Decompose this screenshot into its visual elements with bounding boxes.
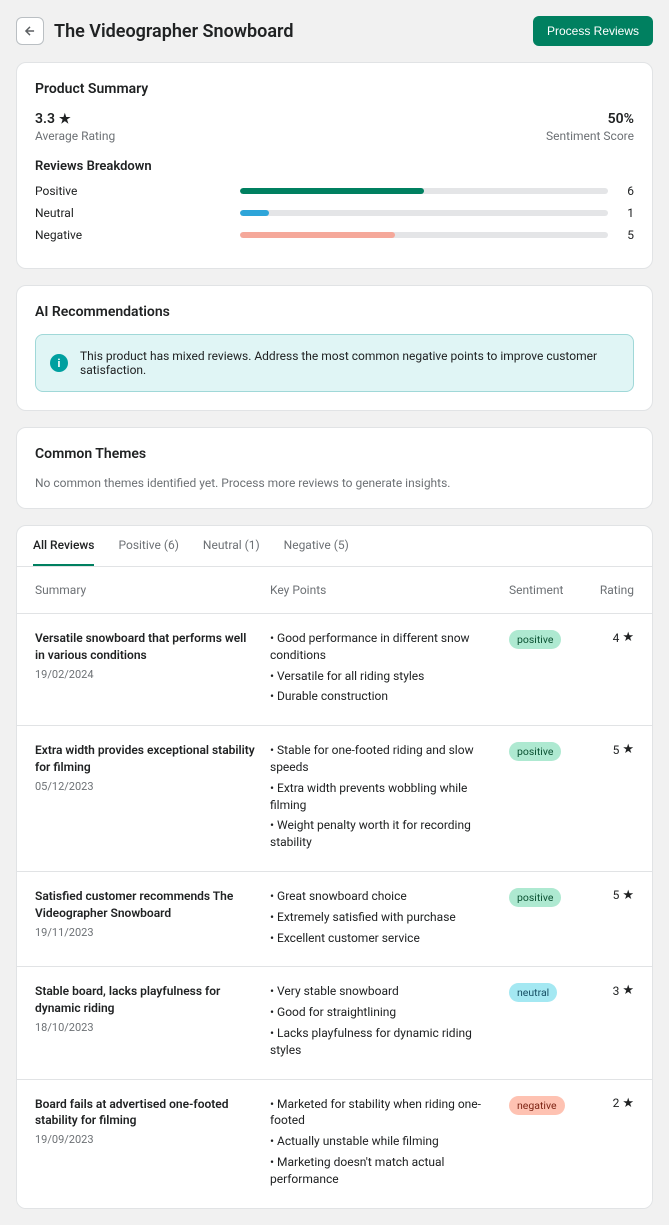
process-reviews-button[interactable]: Process Reviews xyxy=(533,16,653,46)
sentiment-score-value: 50% xyxy=(546,111,634,127)
key-point: • Good performance in different snow con… xyxy=(270,630,495,664)
review-title: Satisfied customer recommends The Videog… xyxy=(35,888,256,922)
tab-all-reviews[interactable]: All Reviews xyxy=(33,526,94,566)
sentiment-badge: positive xyxy=(509,888,561,907)
rating-value: 3★ xyxy=(584,983,634,998)
breakdown-row: Neutral 1 xyxy=(35,206,634,220)
star-icon: ★ xyxy=(622,1096,634,1111)
breakdown-row: Negative 5 xyxy=(35,228,634,242)
star-icon: ★ xyxy=(622,983,634,998)
rating-value: 5★ xyxy=(584,742,634,757)
table-row[interactable]: Versatile snowboard that performs well i… xyxy=(17,614,652,726)
back-button[interactable] xyxy=(16,17,44,45)
review-date: 18/10/2023 xyxy=(35,1021,256,1034)
breakdown-title: Reviews Breakdown xyxy=(35,159,634,174)
key-point: • Extra width prevents wobbling while fi… xyxy=(270,780,495,814)
product-summary-card: Product Summary 3.3 ★ Average Rating 50%… xyxy=(16,62,653,269)
sentiment-score-label: Sentiment Score xyxy=(546,129,634,143)
reviews-card: All Reviews Positive (6) Neutral (1) Negati… xyxy=(16,525,653,1209)
rating-value: 2★ xyxy=(584,1096,634,1111)
th-summary: Summary xyxy=(35,583,270,597)
avg-rating-label: Average Rating xyxy=(35,129,115,143)
key-point: • Extremely satisfied with purchase xyxy=(270,909,495,926)
banner-text: This product has mixed reviews. Address … xyxy=(80,349,619,377)
review-title: Stable board, lacks playfulness for dyna… xyxy=(35,983,256,1017)
sentiment-badge: positive xyxy=(509,630,561,649)
breakdown-count: 1 xyxy=(618,206,634,220)
summary-title: Product Summary xyxy=(35,81,634,97)
info-banner: i This product has mixed reviews. Addres… xyxy=(35,334,634,392)
review-date: 19/09/2023 xyxy=(35,1133,256,1146)
recs-title: AI Recommendations xyxy=(35,304,634,320)
ai-recommendations-card: AI Recommendations i This product has mi… xyxy=(16,285,653,411)
key-point: • Versatile for all riding styles xyxy=(270,668,495,685)
breakdown-label: Negative xyxy=(35,228,230,242)
review-title: Extra width provides exceptional stabili… xyxy=(35,742,256,776)
breakdown-label: Positive xyxy=(35,184,230,198)
key-point: • Marketing doesn't match actual perform… xyxy=(270,1154,495,1188)
sentiment-badge: neutral xyxy=(509,983,557,1002)
review-date: 19/11/2023 xyxy=(35,926,256,939)
rating-value: 4★ xyxy=(584,630,634,645)
star-icon: ★ xyxy=(622,630,634,645)
key-point: • Weight penalty worth it for recording … xyxy=(270,817,495,851)
key-point: • Marketed for stability when riding one… xyxy=(270,1096,495,1130)
th-key: Key Points xyxy=(270,583,509,597)
key-point: • Lacks playfulness for dynamic riding s… xyxy=(270,1025,495,1059)
arrow-left-icon xyxy=(23,24,37,38)
key-point: • Excellent customer service xyxy=(270,930,495,947)
breakdown-count: 5 xyxy=(618,228,634,242)
avg-rating-value: 3.3 ★ xyxy=(35,111,115,127)
th-sentiment: Sentiment xyxy=(509,583,584,597)
table-row[interactable]: Board fails at advertised one-footed sta… xyxy=(17,1080,652,1208)
info-icon: i xyxy=(50,354,68,372)
key-point: • Very stable snowboard xyxy=(270,983,495,1000)
key-point: • Good for straightlining xyxy=(270,1004,495,1021)
tab-neutral-[interactable]: Neutral (1) xyxy=(203,526,260,566)
breakdown-row: Positive 6 xyxy=(35,184,634,198)
review-title: Versatile snowboard that performs well i… xyxy=(35,630,256,664)
tabs: All Reviews Positive (6) Neutral (1) Negati… xyxy=(17,526,652,567)
tab-positive-[interactable]: Positive (6) xyxy=(118,526,178,566)
table-row[interactable]: Stable board, lacks playfulness for dyna… xyxy=(17,967,652,1079)
table-row[interactable]: Satisfied customer recommends The Videog… xyxy=(17,872,652,967)
page-title: The Videographer Snowboard xyxy=(54,21,523,42)
common-themes-card: Common Themes No common themes identifie… xyxy=(16,427,653,509)
breakdown-label: Neutral xyxy=(35,206,230,220)
table-header: Summary Key Points Sentiment Rating xyxy=(17,567,652,614)
key-point: • Great snowboard choice xyxy=(270,888,495,905)
sentiment-badge: positive xyxy=(509,742,561,761)
themes-text: No common themes identified yet. Process… xyxy=(35,476,634,490)
star-icon: ★ xyxy=(622,742,634,757)
breakdown-bar xyxy=(240,232,608,238)
tab-negative-[interactable]: Negative (5) xyxy=(284,526,349,566)
rating-value: 5★ xyxy=(584,888,634,903)
breakdown-bar xyxy=(240,210,608,216)
themes-title: Common Themes xyxy=(35,446,634,462)
key-point: • Stable for one-footed riding and slow … xyxy=(270,742,495,776)
star-icon: ★ xyxy=(59,112,71,127)
th-rating: Rating xyxy=(584,583,634,597)
review-date: 05/12/2023 xyxy=(35,780,256,793)
breakdown-count: 6 xyxy=(618,184,634,198)
sentiment-badge: negative xyxy=(509,1096,565,1115)
table-row[interactable]: Extra width provides exceptional stabili… xyxy=(17,726,652,872)
star-icon: ★ xyxy=(622,888,634,903)
breakdown-bar xyxy=(240,188,608,194)
review-date: 19/02/2024 xyxy=(35,668,256,681)
key-point: • Durable construction xyxy=(270,688,495,705)
review-title: Board fails at advertised one-footed sta… xyxy=(35,1096,256,1130)
key-point: • Actually unstable while filming xyxy=(270,1133,495,1150)
